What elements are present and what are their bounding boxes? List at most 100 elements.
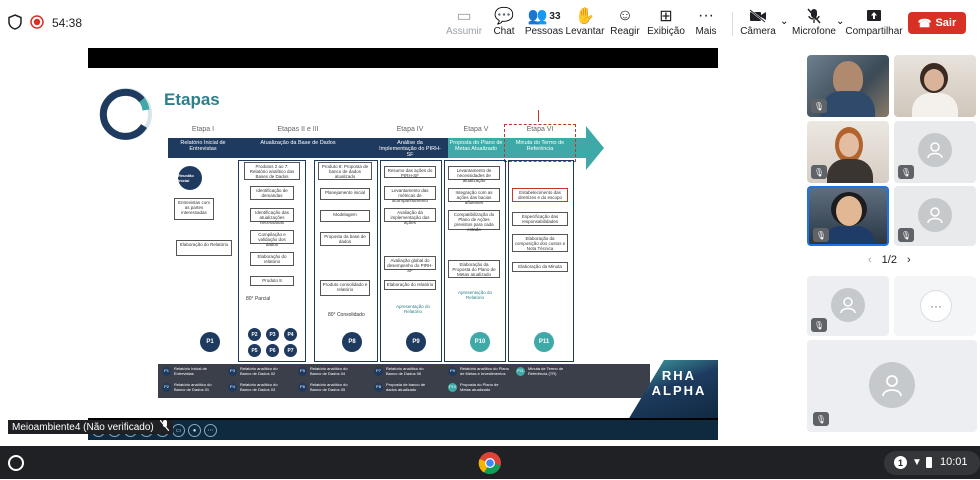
legend-item: P8 Proposta de banco de dados atualizado xyxy=(374,382,434,392)
circle-p9: P9 xyxy=(406,332,426,352)
col4-step-4: Avaliação global do desempenho do PIRH-S… xyxy=(384,256,436,273)
mic-muted-icon: 🎙 xyxy=(813,412,829,426)
col3-step-2: Modelagem xyxy=(320,210,370,222)
brand-logo: RHA ALPHA xyxy=(651,368,707,398)
wifi-icon: ▼ xyxy=(912,457,922,468)
present-icon: ▭ xyxy=(456,8,472,25)
col4-step-5: Elaboração do relatório xyxy=(384,280,436,290)
participant-tile-video[interactable] xyxy=(894,55,976,117)
col5-step-4: Elaboração da Proposta do Plano de Metas… xyxy=(448,260,500,278)
smile-icon: ☺ xyxy=(616,7,634,24)
meeting-timer: 54:38 xyxy=(52,16,83,30)
user-avatar-icon xyxy=(869,362,915,408)
circle-p11: P11 xyxy=(534,332,554,352)
col5-step-3: Compatibilização do Plano de Ações previ… xyxy=(448,210,500,232)
legend-item: P4 Relatório analítico do Banco de Dados … xyxy=(228,382,288,392)
circle-p2: P2 xyxy=(248,328,261,341)
chat-icon: 💬 xyxy=(494,8,514,25)
col2-step-1: Identificação de demandas xyxy=(250,186,294,200)
user-avatar-icon xyxy=(831,288,865,322)
legend-item: P2 Relatório analítico do Banco de Dados … xyxy=(162,382,218,392)
col3-header: Produto 8: Proposta de banco de dados at… xyxy=(318,162,372,180)
camera-toggle-icon[interactable]: ● xyxy=(188,424,201,437)
more-icon: ··· xyxy=(698,7,714,24)
user-avatar-icon xyxy=(918,198,952,232)
col4-step-2: Levantamento das métricas de acompanhame… xyxy=(384,186,436,203)
user-avatar-icon xyxy=(918,133,952,167)
camera-off-icon xyxy=(749,6,767,26)
participant-pager: ‹ 1/2 › xyxy=(868,254,911,266)
previous-page-chevron-icon[interactable]: ‹ xyxy=(868,254,872,266)
more-icon: ··· xyxy=(920,290,952,322)
highlight-frame xyxy=(504,124,576,162)
participant-tile-avatar[interactable]: 🎙 xyxy=(894,186,976,246)
launcher-icon[interactable] xyxy=(8,455,24,471)
page-indicator: 1/2 xyxy=(881,254,897,266)
mic-muted-icon: 🎙 xyxy=(811,99,827,113)
col4-step-1: Resumo das ações do PIRH-SF xyxy=(384,166,436,178)
grid-icon: ⊞ xyxy=(659,8,673,25)
shared-screen: Etapas Etapa I Relatório Inicial de Entr… xyxy=(88,48,718,440)
mic-muted-icon: 🎙 xyxy=(811,318,827,332)
person-head xyxy=(836,196,862,226)
mic-muted-icon: 🎙 xyxy=(811,165,827,179)
leave-button[interactable]: ☎ Sair xyxy=(908,12,966,34)
phase-2-head: Etapas II e III xyxy=(277,126,319,133)
col3-step-3: Proposta da base de dados xyxy=(320,232,370,246)
col6-step-2: Especificação das responsabilidades xyxy=(512,212,568,226)
circle-p3: P3 xyxy=(266,328,279,341)
more-participants-tile[interactable]: ··· xyxy=(894,276,976,336)
phone-hangup-icon: ☎ xyxy=(917,17,932,30)
person-head xyxy=(924,69,944,91)
participant-tile-active-speaker[interactable]: 🎙 xyxy=(807,186,889,246)
shield-icon[interactable] xyxy=(8,14,22,30)
person-body xyxy=(827,159,873,183)
more-options-icon[interactable]: ⋯ xyxy=(204,424,217,437)
logo-ring-icon xyxy=(98,86,154,142)
microphone-button[interactable]: Microfone xyxy=(786,6,842,37)
col4-step-3: Avaliação da implementação das ações xyxy=(384,208,436,225)
mic-muted-icon: 🎙 xyxy=(898,165,914,179)
share-button[interactable]: Compartilhar xyxy=(845,6,903,37)
mic-muted-icon: 🎙 xyxy=(813,228,829,242)
participant-tile-video[interactable]: 🎙 xyxy=(807,121,889,183)
legend-item: P6 Relatório analítico do Banco de Dados … xyxy=(298,382,358,392)
col5-step-2: Integração com as ações das bacias aflue… xyxy=(448,188,500,205)
chrome-icon[interactable] xyxy=(478,451,502,475)
slide-controls: ◂ ▸ ✎ ⌇ ⌕ ▭ ● ⋯ xyxy=(88,420,718,440)
participant-tile-avatar[interactable]: 🎙 xyxy=(807,340,977,432)
mic-muted-icon xyxy=(159,419,170,434)
legend-item: P1 Relatório Inicial de Entrevistas xyxy=(162,366,218,376)
notification-badge[interactable]: 1 xyxy=(894,456,907,469)
col2-step-5: Produto 8 xyxy=(250,276,294,286)
mic-options-chevron-icon[interactable]: ⌄ xyxy=(836,16,844,27)
battery-icon xyxy=(926,457,932,468)
col3-step-4: Produto consolidado e relatório xyxy=(320,280,370,296)
participant-tile-video[interactable]: 🎙 xyxy=(807,55,889,117)
phase-5-title: Proposta do Plano de Metas Atualizado xyxy=(449,140,503,152)
circle-p1: P1 xyxy=(200,332,220,352)
col6-step-1: Estabelecimento das diretrizes e do esco… xyxy=(512,188,568,202)
participant-tile-avatar[interactable]: 🎙 xyxy=(894,121,976,183)
participant-tile-avatar[interactable]: 🎙 xyxy=(807,276,889,336)
recording-icon xyxy=(30,15,44,29)
subtitles-icon[interactable]: ▭ xyxy=(172,424,185,437)
legend-item: P3 Relatório analítico do Banco de Dados … xyxy=(228,366,288,376)
next-page-chevron-icon[interactable]: › xyxy=(907,254,911,266)
col3-note: 80° Consolidado xyxy=(328,312,365,318)
meeting-toolbar: 54:38 ▭ Assumir 💬 Chat 👥 33 Pessoas ✋ Lev… xyxy=(0,0,980,46)
phase-2-title: Atualização da Base de Dados xyxy=(260,140,336,146)
presenter-name-chip: Meioambiente4 (Não verificado) xyxy=(8,419,173,434)
legend-item: P9 Relatório analítico do Plano de Metas … xyxy=(448,366,510,376)
col1-relatorio: Elaboração do Relatório xyxy=(176,240,232,256)
camera-button[interactable]: Câmera xyxy=(730,6,786,37)
person-body xyxy=(912,93,958,117)
col5-note: Apresentação do Relatório xyxy=(457,290,493,300)
legend-item: P11 Minuta de Termo de Referência (TR) xyxy=(516,366,564,376)
person-head xyxy=(833,61,863,95)
circle-p6: P6 xyxy=(266,344,279,357)
col5-step-1: Levantamento de necessidades de atualiza… xyxy=(448,166,500,183)
phase-4-title: Análise da Implementação do PIRH-SF xyxy=(379,140,441,158)
more-button[interactable]: ··· Mais xyxy=(678,6,734,37)
hand-icon: ✋ xyxy=(575,8,595,25)
